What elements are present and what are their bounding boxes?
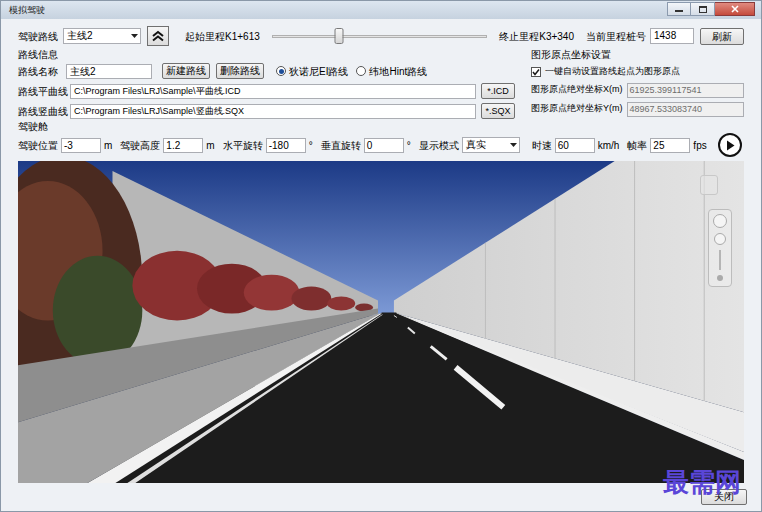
- bottom-bar: 关闭: [1, 483, 761, 511]
- slider-thumb[interactable]: [334, 28, 343, 44]
- close-icon[interactable]: [715, 2, 755, 16]
- auto-origin-label: 一键自动设置路线起点为图形原点: [545, 65, 680, 79]
- cockpit-field-unit: °: [309, 138, 313, 153]
- cockpit-field[interactable]: 0: [364, 138, 404, 153]
- plan-browse-button[interactable]: *.ICD: [481, 83, 515, 99]
- route-label: 驾驶路线: [18, 29, 58, 44]
- delete-route-button[interactable]: 删除路线: [216, 63, 264, 79]
- origin-group: 图形原点坐标设置 一键自动设置路线起点为图形原点 图形原点绝对坐标X(m) 61…: [531, 49, 744, 119]
- speed-unit: km/h: [598, 138, 620, 153]
- watermark: 最需网: [663, 467, 741, 497]
- plan-path-field[interactable]: C:\Program Files\LRJ\Sample\平曲线.ICD: [70, 84, 476, 99]
- cockpit-field[interactable]: -180: [266, 138, 306, 153]
- origin-y-field[interactable]: 48967.533083740: [627, 102, 745, 117]
- radio-dot: [279, 69, 284, 74]
- route-value: 主线2: [67, 29, 93, 43]
- mode-label: 显示模式: [419, 138, 459, 153]
- origin-y-label: 图形原点绝对坐标Y(m): [531, 102, 623, 116]
- double-chevron-up-icon: [151, 30, 165, 42]
- cockpit-title: 驾驶舱: [18, 121, 744, 133]
- title-bar: 模拟驾驶: [1, 1, 761, 19]
- refresh-button[interactable]: 刷新: [700, 28, 744, 45]
- cockpit-field-unit: °: [407, 138, 411, 153]
- play-button[interactable]: [718, 133, 742, 157]
- origin-x-field[interactable]: 61925.399117541: [627, 83, 745, 98]
- navigation-panel-icon[interactable]: [708, 209, 732, 287]
- scene-view[interactable]: [18, 161, 744, 483]
- route-info-group: 路线信息 路线名称 主线2 新建路线 删除路线 狄诺尼EI路线: [18, 49, 515, 119]
- cockpit-field-label: 驾驶高度: [120, 138, 160, 153]
- cockpit-field-unit: m: [206, 138, 214, 153]
- profile-path-field[interactable]: C:\Program Files\LRJ\Sample\竖曲线.SQX: [70, 104, 476, 119]
- cockpit-field-label: 驾驶位置: [18, 138, 58, 153]
- minimize-icon[interactable]: [667, 2, 691, 16]
- window: 模拟驾驶 驾驶路线 主线2 起始里程K1+613: [0, 0, 762, 512]
- slider-track: [272, 35, 487, 38]
- new-route-button[interactable]: 新建路线: [162, 63, 210, 79]
- speed-label: 时速: [532, 138, 552, 153]
- mode-value: 真实: [466, 138, 486, 152]
- window-title: 模拟驾驶: [9, 4, 45, 16]
- check-icon: [532, 68, 540, 76]
- cockpit-field-label: 垂直旋转: [321, 138, 361, 153]
- fps-unit: fps: [693, 138, 706, 153]
- play-icon: [725, 140, 735, 151]
- format-label: 狄诺尼EI路线: [289, 64, 348, 79]
- dropdown-arrow-icon: [510, 143, 517, 147]
- maximize-icon[interactable]: [691, 2, 715, 16]
- cockpit-field[interactable]: 1.2: [163, 138, 203, 153]
- start-station: 起始里程K1+613: [185, 29, 260, 44]
- road-scene-icon: [18, 161, 744, 483]
- route-bar: 驾驶路线 主线2 起始里程K1+613 终止里程K3+340 当前里程桩号 14…: [18, 25, 744, 47]
- station-field[interactable]: 1438: [650, 28, 694, 44]
- cockpit-field-label: 水平旋转: [223, 138, 263, 153]
- mode-dropdown[interactable]: 真实: [462, 137, 520, 153]
- cockpit-row: 驾驶位置 -3 m 驾驶高度 1.2 m 水平旋转 -180 ° 垂直旋转 0 …: [18, 133, 744, 157]
- auto-origin-checkbox[interactable]: 一键自动设置路线起点为图形原点: [531, 65, 744, 79]
- fps-label: 帧率: [627, 138, 647, 153]
- station-slider[interactable]: [272, 26, 487, 46]
- fps-field[interactable]: 25: [650, 138, 690, 153]
- compass-icon[interactable]: [700, 175, 718, 195]
- cockpit-field[interactable]: -3: [61, 138, 101, 153]
- format-radio[interactable]: 纬地Hint路线: [356, 64, 427, 79]
- origin-title: 图形原点坐标设置: [531, 49, 744, 61]
- dropdown-arrow-icon: [131, 34, 138, 38]
- cockpit-field-unit: m: [104, 138, 112, 153]
- profile-browse-button[interactable]: *.SQX: [481, 103, 515, 119]
- profile-label: 路线竖曲线: [18, 104, 70, 119]
- end-station: 终止里程K3+340: [499, 29, 574, 44]
- route-name-field[interactable]: 主线2: [66, 64, 152, 79]
- speed-field[interactable]: 60: [555, 138, 595, 153]
- station-label: 当前里程桩号: [586, 29, 646, 44]
- window-controls: [667, 2, 755, 18]
- jump-button[interactable]: [147, 26, 169, 46]
- origin-x-label: 图形原点绝对坐标X(m): [531, 83, 623, 97]
- format-label: 纬地Hint路线: [369, 64, 427, 79]
- route-dropdown[interactable]: 主线2: [63, 28, 141, 44]
- format-radio[interactable]: 狄诺尼EI路线: [276, 64, 348, 79]
- route-info-title: 路线信息: [18, 49, 515, 61]
- route-name-label: 路线名称: [18, 64, 66, 79]
- plan-label: 路线平曲线: [18, 84, 70, 99]
